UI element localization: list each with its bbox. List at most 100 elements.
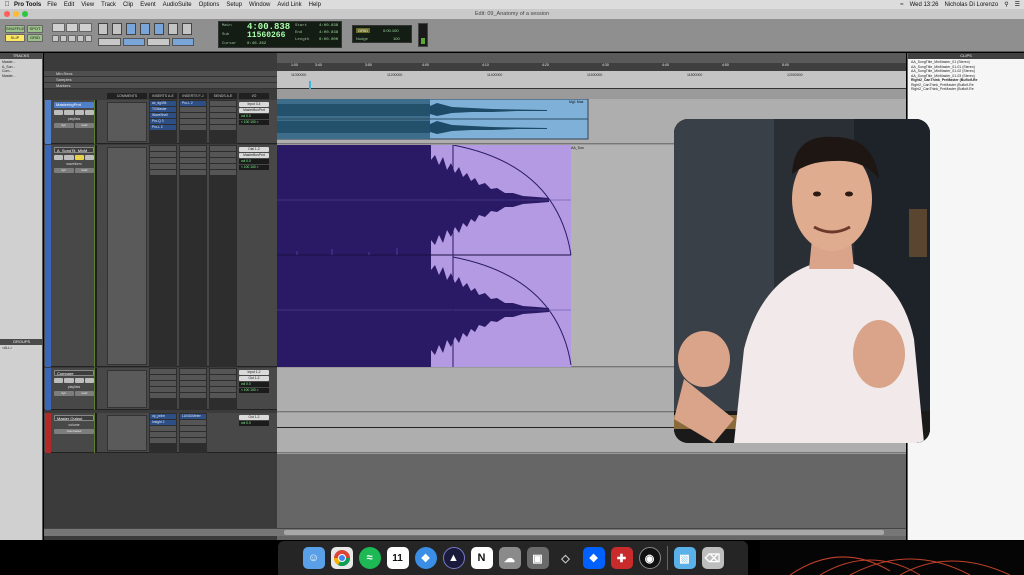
record-button[interactable] — [54, 110, 64, 115]
record-button[interactable] — [54, 378, 64, 383]
input-selector[interactable]: Input 3-4 — [239, 102, 269, 107]
send-slot[interactable] — [210, 369, 236, 374]
smart-tool-icon[interactable] — [154, 23, 164, 35]
menu-clip[interactable]: Clip — [123, 2, 133, 8]
volume-readout[interactable]: vol 0.0 — [239, 421, 269, 426]
insert-slot[interactable]: ax_dg494 — [150, 101, 176, 106]
send-slot[interactable] — [210, 146, 236, 151]
apple-menu-icon[interactable]:  — [0, 1, 14, 8]
min-secs-ruler[interactable]: 1:00 3:40 3:50 4:00 4:10 4:20 4:30 4:40 … — [277, 63, 906, 71]
insert-slot-empty[interactable] — [180, 426, 206, 431]
insert-slot[interactable]: LUN10Meter — [180, 414, 206, 419]
insert-slot-empty[interactable] — [180, 375, 206, 380]
send-slot[interactable] — [210, 101, 236, 106]
input-monitor-button[interactable] — [64, 378, 74, 383]
insert-slot-empty[interactable] — [180, 369, 206, 374]
track-row-mixmaster[interactable]: A_SongTit_MixM waveform dyn read Dial 1-… — [44, 145, 277, 367]
zoom-preset-4[interactable] — [76, 35, 84, 42]
insert-slot-empty[interactable] — [180, 387, 206, 392]
send-slot[interactable] — [210, 170, 236, 175]
zoom-preset-2[interactable] — [60, 35, 68, 42]
dyn-button[interactable]: dyn — [54, 391, 74, 396]
control-center-icon[interactable]: ☰ — [1015, 1, 1020, 8]
insert-slot-empty[interactable] — [150, 381, 176, 386]
insert-slot-empty[interactable] — [150, 432, 176, 437]
selector-tool-icon[interactable] — [126, 23, 136, 35]
groups-list-item[interactable]: <ALL> — [2, 346, 41, 351]
obs-icon[interactable]: ◉ — [638, 547, 661, 569]
insert-slot-empty[interactable] — [180, 393, 206, 398]
scrollbar-thumb[interactable] — [284, 530, 884, 535]
insert-slot[interactable]: Pro-L 2 — [150, 125, 176, 130]
volume-readout[interactable]: vol 0.0 — [239, 382, 269, 387]
trash-icon[interactable]: ⌫ — [701, 547, 724, 569]
insert-slot[interactable]: op_prdm — [150, 414, 176, 419]
output-selector[interactable]: Out 1-2 — [239, 415, 269, 420]
zoom-window-button[interactable] — [22, 11, 28, 17]
end-value[interactable]: 4:00.838 — [319, 31, 338, 35]
menu-setup[interactable]: Setup — [226, 2, 242, 8]
solo-button[interactable] — [74, 155, 84, 160]
insert-slot-empty[interactable] — [150, 438, 176, 443]
menu-edit[interactable]: Edit — [64, 2, 74, 8]
close-window-button[interactable] — [4, 11, 10, 17]
insert-slot-empty[interactable] — [150, 152, 176, 157]
insert-slot[interactable]: Pro-Q 3 — [150, 119, 176, 124]
track-view-label[interactable]: volume — [54, 423, 94, 427]
folder-icon[interactable]: ▧ — [673, 547, 696, 569]
read-button[interactable]: read — [74, 391, 94, 396]
output-selector[interactable]: MasterBusPrnt — [239, 153, 269, 158]
clip-list-item[interactable]: Right2_CanThink_PreMaster (Bufloif-Re — [911, 87, 1021, 92]
insert-slot-empty[interactable] — [180, 146, 206, 151]
track-view-label[interactable]: playlists — [54, 117, 94, 121]
read-button[interactable]: read — [74, 123, 94, 128]
zoom-preset-3[interactable] — [68, 35, 76, 42]
slip-mode-button[interactable]: SLIP — [5, 34, 25, 42]
track-row-compare[interactable]: Compare playlists dyn read Input 1-2 Out… — [44, 368, 277, 410]
pencil-tool-icon[interactable] — [168, 23, 178, 35]
start-value[interactable]: 4:00.838 — [319, 24, 338, 28]
preview-icon[interactable]: ☁ — [498, 547, 521, 569]
menu-view[interactable]: View — [81, 2, 94, 8]
zoom-preset-5[interactable] — [84, 35, 93, 42]
input-monitor-button[interactable] — [64, 155, 74, 160]
pro-tools-icon[interactable]: ▲ — [442, 547, 465, 569]
scrubber-tool-icon[interactable] — [182, 23, 192, 35]
track-name[interactable]: A_SongTit_MixM — [54, 147, 94, 153]
menu-help[interactable]: Help — [309, 2, 321, 8]
comments-box[interactable] — [107, 415, 147, 451]
zoom-preset-button[interactable] — [79, 23, 93, 32]
insert-slot-empty[interactable] — [150, 375, 176, 380]
track-view-label[interactable]: playlists — [54, 385, 94, 389]
insert-slot[interactable]: Insight 2 — [150, 420, 176, 425]
grid-value[interactable]: 0:00.100 — [383, 28, 399, 33]
insert-slot-empty[interactable] — [150, 170, 176, 175]
insert-slot-empty[interactable] — [180, 125, 206, 130]
track-row-master-output[interactable]: Master Output volume Automated op_prdm I… — [44, 413, 277, 453]
tab-to-transient-button[interactable] — [98, 38, 121, 46]
trim-tool-icon[interactable] — [112, 23, 122, 35]
insert-slot-empty[interactable] — [180, 113, 206, 118]
tracks-list-item[interactable]: Master... — [2, 74, 40, 79]
input-monitor-button[interactable] — [64, 110, 74, 115]
volume-readout[interactable]: vol 0.0 — [239, 114, 269, 119]
solo-button[interactable] — [74, 110, 84, 115]
insert-slot-empty[interactable] — [150, 164, 176, 169]
insert-slot-empty[interactable] — [180, 438, 206, 443]
send-slot[interactable] — [210, 164, 236, 169]
shuffle-mode-button[interactable]: SHUFFLE — [5, 25, 25, 33]
send-slot[interactable] — [210, 107, 236, 112]
menu-window[interactable]: Window — [249, 2, 270, 8]
insert-slot-empty[interactable] — [180, 107, 206, 112]
samples-ruler[interactable]: 11000000 11200000 11400000 11600000 1180… — [277, 71, 906, 89]
insert-slot-empty[interactable] — [150, 158, 176, 163]
dyn-button[interactable]: dyn — [54, 123, 74, 128]
output-selector[interactable]: Out 1-2 — [239, 376, 269, 381]
search-icon[interactable]: ⚲ — [1004, 1, 1008, 8]
send-slot[interactable] — [210, 387, 236, 392]
insert-slot[interactable]: WaveShell — [150, 113, 176, 118]
insert-slot-empty[interactable] — [150, 393, 176, 398]
dropbox-icon[interactable]: ❖ — [582, 547, 605, 569]
clock[interactable]: Wed 13:26 — [910, 2, 939, 8]
notion-icon[interactable]: N — [470, 547, 493, 569]
